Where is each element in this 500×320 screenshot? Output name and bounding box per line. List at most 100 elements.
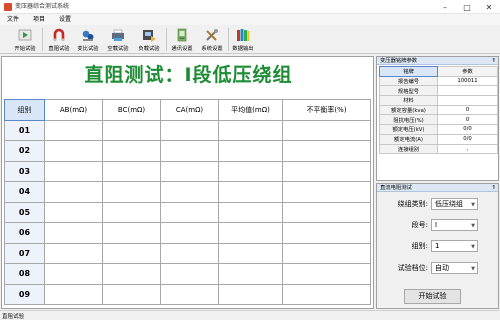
table-cell[interactable]	[102, 160, 161, 182]
menu-bar: 文件 项目 设置	[0, 14, 500, 25]
table-row[interactable]: 09	[4, 283, 371, 305]
param-value[interactable]: 0/0	[437, 133, 498, 145]
table-cell[interactable]	[102, 201, 161, 223]
table-cell[interactable]	[102, 263, 161, 285]
table-cell[interactable]	[160, 242, 219, 264]
table-cell[interactable]	[160, 160, 219, 182]
minimize-icon[interactable]: –	[434, 0, 456, 14]
param-value[interactable]: 0	[437, 114, 498, 126]
param-value[interactable]	[437, 85, 498, 97]
param-value[interactable]: 0	[437, 104, 498, 116]
table-cell[interactable]	[160, 119, 219, 141]
param-value[interactable]	[437, 95, 498, 106]
load-test-button[interactable]: 负载试验	[134, 26, 164, 53]
table-cell[interactable]	[160, 222, 219, 244]
table-cell[interactable]	[282, 181, 371, 203]
params-header-value[interactable]: 参数	[437, 66, 498, 77]
table-cell[interactable]	[218, 222, 283, 244]
data-export-button[interactable]: 数据输出	[228, 26, 258, 53]
column-header-bc[interactable]: BC(mΩ)	[102, 99, 161, 121]
start-test-button[interactable]: 开始试验	[10, 26, 40, 53]
maximize-icon[interactable]: □	[456, 0, 478, 14]
table-row[interactable]: 06	[4, 222, 371, 244]
table-cell[interactable]	[282, 242, 371, 264]
menu-item-project[interactable]: 项目	[26, 14, 52, 25]
table-cell[interactable]	[160, 181, 219, 203]
params-header-name[interactable]: 铭牌	[379, 66, 438, 77]
table-row[interactable]: 02	[4, 140, 371, 162]
start-test-panel-button[interactable]: 开始试验	[404, 289, 461, 304]
table-row[interactable]: 05	[4, 201, 371, 223]
communication-settings-button[interactable]: 通讯设置	[167, 26, 197, 53]
table-cell[interactable]	[102, 140, 161, 162]
table-row[interactable]: 08	[4, 263, 371, 285]
table-cell[interactable]	[218, 119, 283, 141]
table-cell[interactable]	[218, 242, 283, 264]
column-header-imbalance[interactable]: 不平衡率(%)	[282, 99, 371, 121]
close-icon[interactable]: ✕	[478, 0, 500, 14]
table-cell[interactable]	[44, 263, 103, 285]
table-cell[interactable]	[102, 119, 161, 141]
table-row[interactable]: 07	[4, 242, 371, 264]
menu-item-settings[interactable]: 设置	[52, 14, 78, 25]
group-select[interactable]: 1 ▼	[431, 240, 478, 252]
param-value[interactable]: 0/0	[437, 124, 498, 135]
table-cell[interactable]	[282, 263, 371, 285]
table-cell[interactable]	[102, 181, 161, 203]
printer-icon	[112, 29, 124, 41]
table-row[interactable]: 04	[4, 181, 371, 203]
param-value[interactable]: 100011	[437, 75, 498, 87]
table-cell[interactable]	[44, 283, 103, 305]
column-header-group[interactable]: 组别	[4, 99, 45, 121]
table-cell[interactable]	[44, 181, 103, 203]
table-row[interactable]: 01	[4, 119, 371, 141]
table-cell[interactable]	[282, 283, 371, 305]
test-tap-select[interactable]: 自动 ▼	[431, 262, 478, 274]
system-settings-button[interactable]: 系统设置	[197, 26, 227, 53]
pin-icon[interactable]: ⇑	[491, 184, 496, 192]
param-name: 报告编号	[379, 75, 438, 87]
table-cell[interactable]	[44, 242, 103, 264]
menu-item-file[interactable]: 文件	[0, 14, 26, 25]
column-header-average[interactable]: 平均值(mΩ)	[218, 99, 283, 121]
table-cell[interactable]	[218, 160, 283, 182]
pin-icon[interactable]: ⇑	[491, 57, 496, 65]
column-header-ab[interactable]: AB(mΩ)	[44, 99, 103, 121]
table-cell[interactable]	[44, 222, 103, 244]
test-tap-row: 试验档位: 自动 ▼	[377, 261, 500, 275]
table-cell[interactable]	[102, 222, 161, 244]
table-cell[interactable]	[102, 242, 161, 264]
table-cell[interactable]	[282, 160, 371, 182]
load-icon	[143, 30, 156, 42]
table-cell[interactable]	[102, 283, 161, 305]
table-cell[interactable]	[44, 160, 103, 182]
table-cell[interactable]	[218, 263, 283, 285]
ratio-test-button[interactable]: 变比试验	[73, 26, 103, 53]
param-value[interactable]: ,	[437, 143, 498, 155]
table-cell[interactable]	[44, 140, 103, 162]
table-cell[interactable]	[160, 283, 219, 305]
no-load-test-button[interactable]: 空载试验	[103, 26, 133, 53]
books-icon	[237, 29, 250, 41]
table-row[interactable]: 03	[4, 160, 371, 182]
table-cell[interactable]	[160, 201, 219, 223]
table-cell[interactable]	[44, 119, 103, 141]
dc-resistance-test-button[interactable]: 直阻试验	[44, 26, 74, 53]
table-cell[interactable]	[218, 201, 283, 223]
winding-type-select[interactable]: 低压绕组 ▼	[431, 198, 478, 210]
table-cell[interactable]	[218, 181, 283, 203]
table-cell[interactable]	[218, 283, 283, 305]
table-cell[interactable]	[218, 140, 283, 162]
table-cell[interactable]	[282, 222, 371, 244]
table-cell[interactable]	[160, 263, 219, 285]
table-cell[interactable]	[160, 140, 219, 162]
table-cell[interactable]	[44, 201, 103, 223]
right-sidebar: 变压器铭牌参数 ⇑ 铭牌 参数 报告编号 100011 规格型号 材料 额定容量(…	[376, 56, 499, 309]
table-cell[interactable]	[282, 119, 371, 141]
table-cell[interactable]	[282, 201, 371, 223]
row-number: 05	[4, 201, 45, 223]
section-number-select[interactable]: Ⅰ ▼	[431, 219, 478, 231]
table-cell[interactable]	[282, 140, 371, 162]
column-header-ca[interactable]: CA(mΩ)	[160, 99, 219, 121]
group-row: 组别: 1 ▼	[377, 239, 500, 253]
